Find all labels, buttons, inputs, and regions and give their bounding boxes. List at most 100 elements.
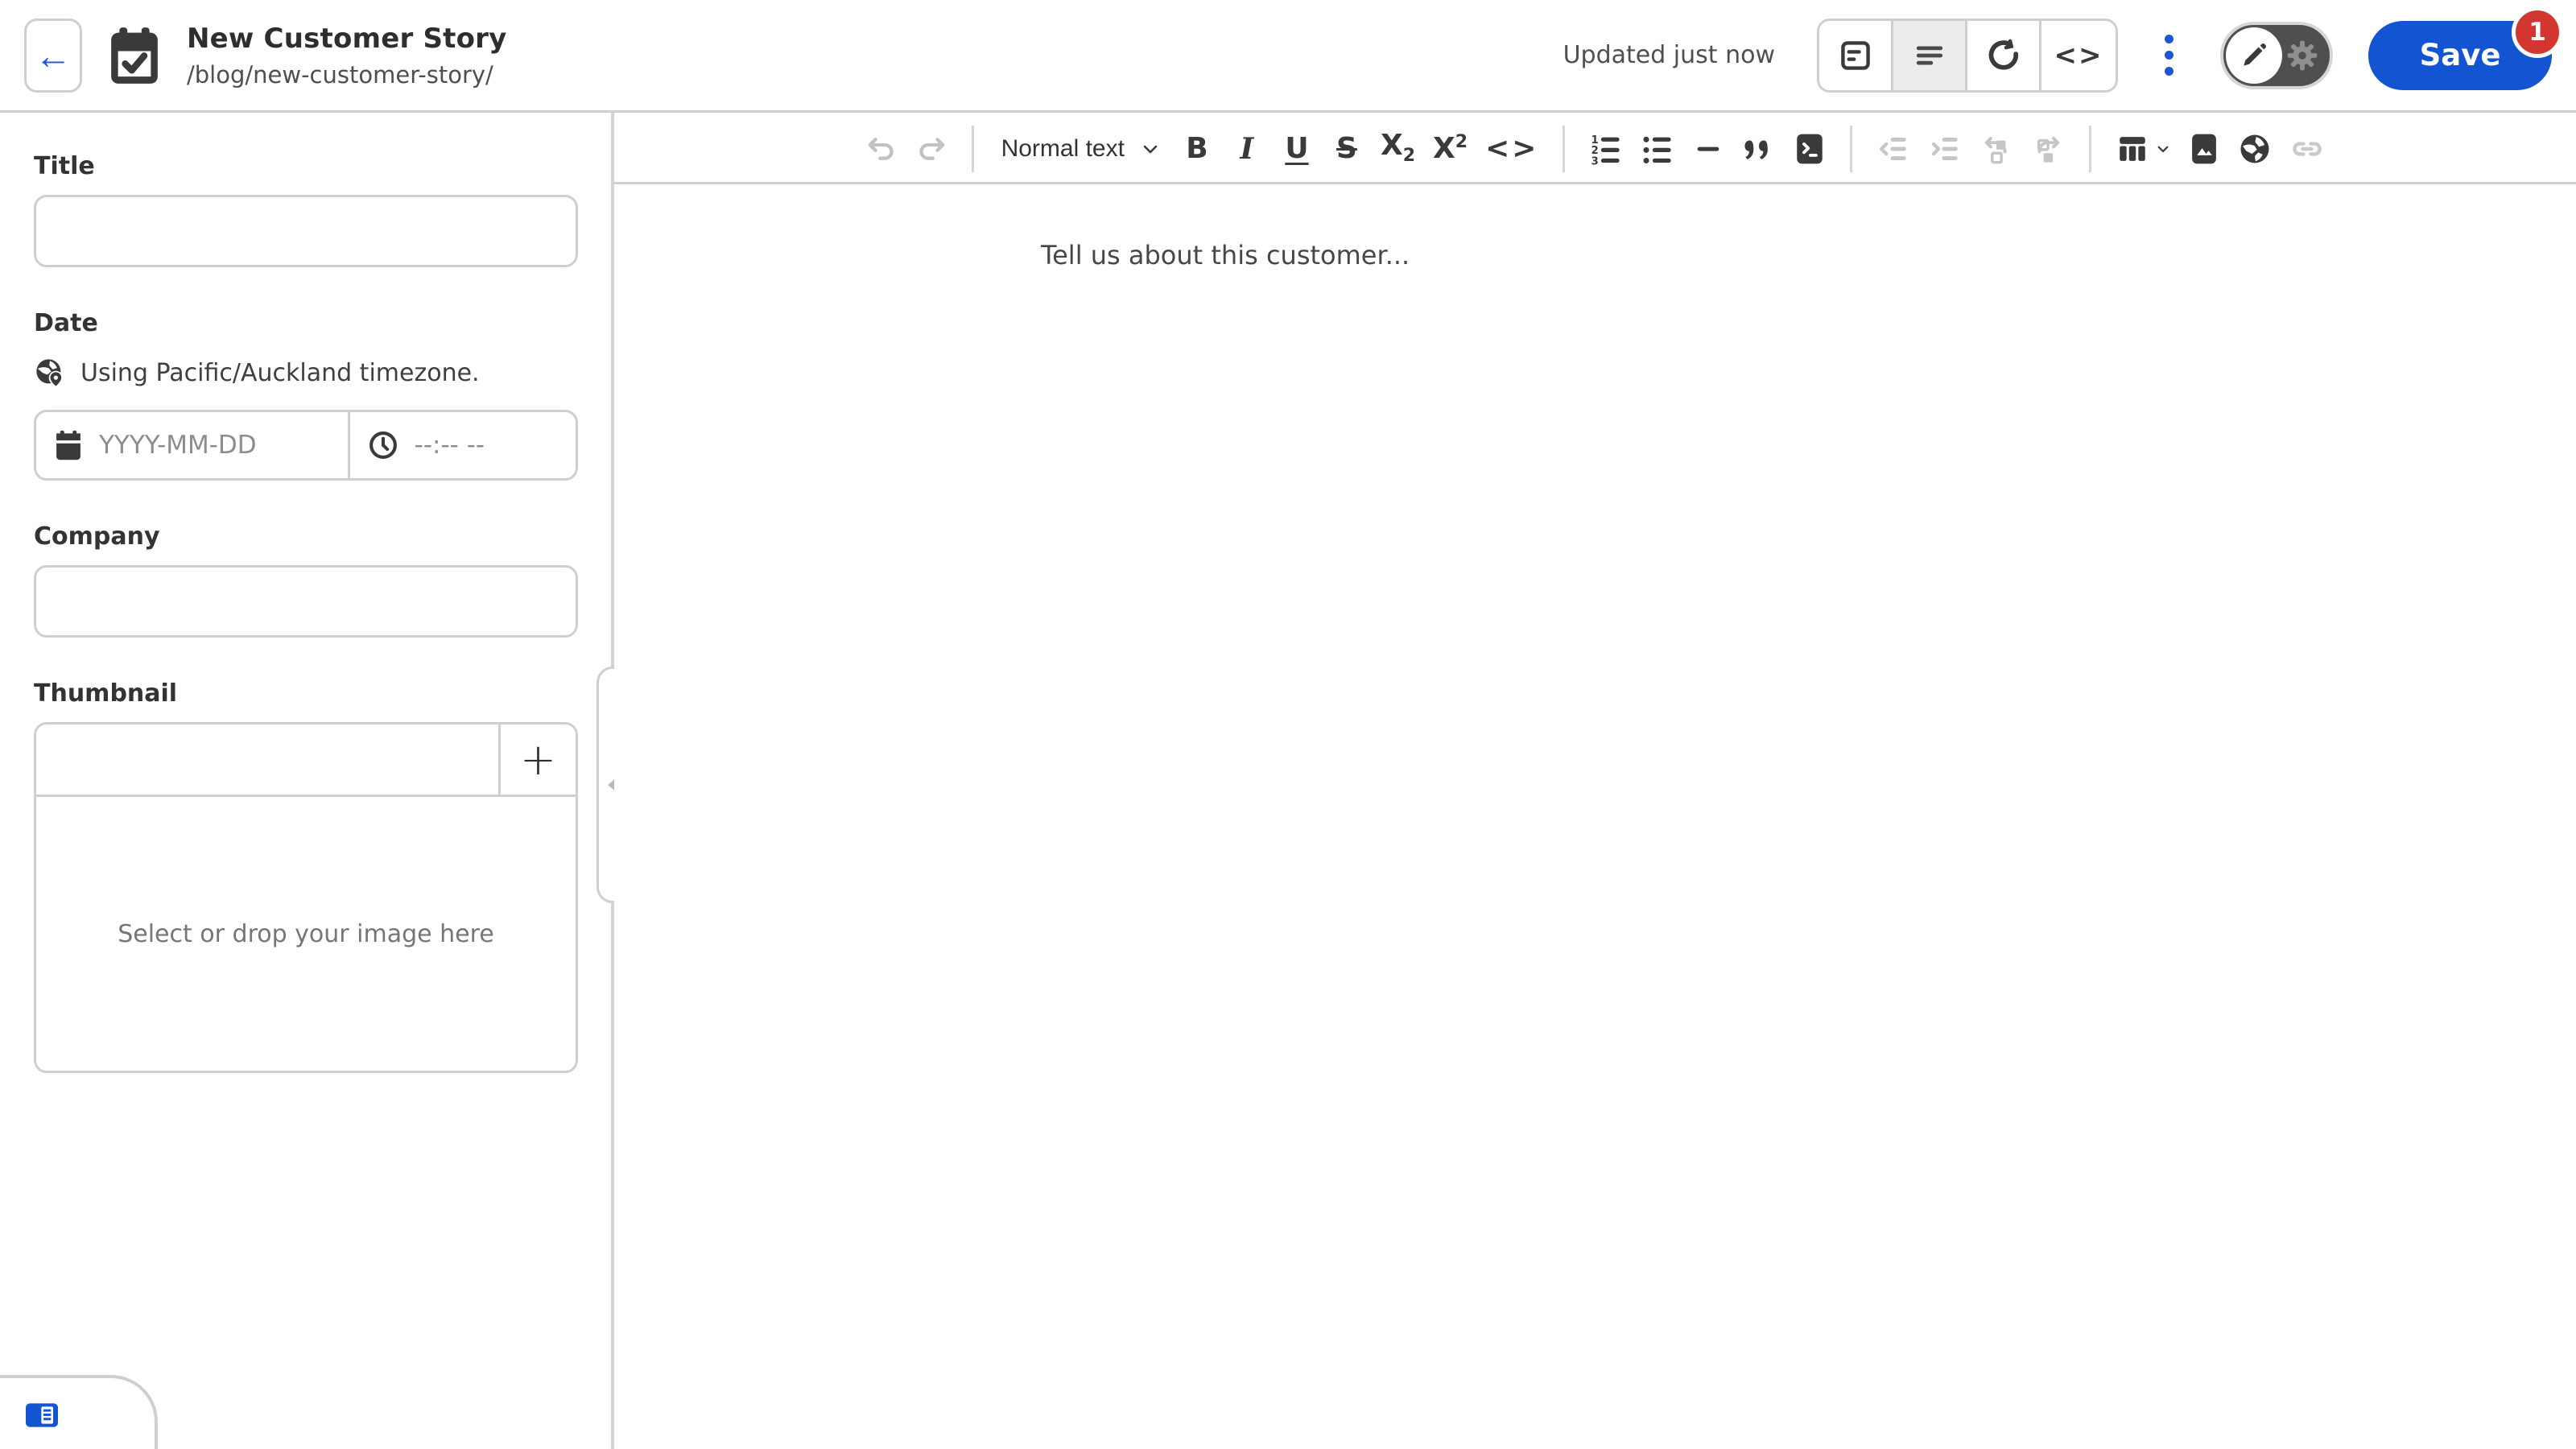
bold-button[interactable]: B — [1176, 125, 1218, 173]
company-field-label: Company — [34, 522, 160, 551]
rotate-left-button — [1975, 125, 2018, 173]
redo-icon — [919, 137, 944, 160]
header-bar: ← New Customer Story /blog/new-customer-… — [0, 0, 2576, 113]
rotate-right-icon — [2037, 136, 2060, 163]
app-window: ← New Customer Story /blog/new-customer-… — [0, 0, 2576, 1449]
code-block-button[interactable] — [1789, 125, 1831, 173]
globe-icon — [2240, 134, 2269, 163]
bullet-list-button[interactable] — [1636, 125, 1679, 173]
save-button-wrap: Save 1 — [2368, 6, 2563, 90]
content-editor-icon — [1912, 38, 1947, 73]
thumbnail-path-input[interactable] — [36, 724, 498, 795]
kebab-dot — [2165, 67, 2174, 76]
link-icon — [2293, 141, 2322, 156]
underline-icon: U — [1285, 131, 1309, 165]
subscript-button[interactable]: X2 — [1376, 125, 1420, 173]
header-right: Updated just now <> Save 1 — [1563, 6, 2563, 93]
blockquote-button[interactable] — [1737, 125, 1781, 173]
inline-code-icon: <> — [1485, 131, 1539, 165]
italic-button[interactable]: I — [1226, 125, 1268, 173]
outdent-icon — [1880, 137, 1907, 160]
timezone-note-row: Using Pacific/Auckland timezone. — [34, 357, 578, 389]
date-input[interactable] — [99, 431, 330, 460]
thumbnail-control: + Select or drop your image here — [34, 722, 578, 1073]
horizontal-rule-button[interactable] — [1687, 125, 1729, 173]
view-mode-switcher: <> — [1817, 18, 2118, 93]
pencil-icon — [2244, 43, 2267, 66]
thumbnail-dropzone[interactable]: Select or drop your image here — [36, 797, 576, 1071]
thumbnail-input-row: + — [36, 724, 576, 797]
bold-icon: B — [1186, 131, 1208, 165]
toolbar-divider — [971, 125, 974, 172]
chevron-down-icon — [1143, 145, 1158, 153]
inline-code-button[interactable]: <> — [1480, 125, 1543, 173]
rich-text-editor[interactable]: Tell us about this customer... — [614, 187, 2576, 1449]
dropzone-text: Select or drop your image here — [118, 919, 494, 948]
calendar-check-icon — [106, 23, 163, 88]
time-cell — [350, 412, 576, 478]
toolbar-divider — [2089, 125, 2092, 172]
view-mode-visual-editor-button[interactable] — [1819, 20, 1893, 90]
image-button[interactable] — [2183, 125, 2225, 173]
visual-editor-icon — [1838, 38, 1873, 73]
image-icon — [2192, 134, 2217, 163]
link-button — [2285, 125, 2330, 173]
kebab-dot — [2165, 35, 2174, 43]
table-icon — [2120, 136, 2146, 161]
redo-button — [910, 125, 952, 173]
superscript-button[interactable]: X2 — [1428, 125, 1472, 173]
date-field-label: Date — [34, 309, 98, 337]
ordered-list-button[interactable]: 1 2 3 — [1584, 125, 1628, 173]
toolbar-divider — [1850, 125, 1853, 172]
calendar-icon — [54, 430, 83, 460]
bullet-list-icon — [1643, 136, 1672, 163]
title-input[interactable] — [34, 195, 578, 267]
timezone-note: Using Pacific/Auckland timezone. — [80, 358, 480, 387]
collapsed-panel-tab[interactable] — [0, 1375, 158, 1449]
undo-icon — [868, 137, 894, 160]
rotate-right-button — [2026, 125, 2070, 173]
status-text: Updated just now — [1563, 41, 1775, 69]
clock-icon — [368, 430, 398, 460]
toolbar-divider — [1563, 125, 1566, 172]
indent-button — [1923, 125, 1967, 173]
format-dropdown[interactable]: Normal text — [993, 125, 1168, 173]
globe-pin-icon — [34, 357, 66, 389]
overflow-menu-button[interactable] — [2153, 27, 2185, 84]
table-button[interactable] — [2111, 125, 2175, 173]
datetime-input-group — [34, 410, 578, 481]
back-button[interactable]: ← — [24, 18, 82, 93]
strikethrough-button[interactable]: S — [1326, 125, 1368, 173]
rotate-left-icon — [1985, 136, 2007, 163]
superscript-icon: X2 — [1433, 132, 1468, 165]
page-path: /blog/new-customer-story/ — [187, 60, 493, 89]
sidebar-toggle-icon — [26, 1403, 58, 1427]
time-input[interactable] — [414, 431, 558, 460]
strikethrough-icon: S — [1335, 131, 1357, 165]
view-mode-source-editor-button[interactable]: <> — [2041, 20, 2116, 90]
italic-icon: I — [1240, 131, 1254, 166]
title-block: New Customer Story /blog/new-customer-st… — [187, 23, 507, 89]
page-title: New Customer Story — [187, 22, 507, 55]
editor-placeholder: Tell us about this customer... — [1041, 240, 1410, 270]
format-dropdown-label: Normal text — [1001, 134, 1125, 162]
view-mode-preview-button[interactable] — [1967, 20, 2041, 90]
kebab-dot — [2165, 51, 2174, 60]
view-mode-content-editor-button[interactable] — [1893, 20, 1967, 90]
underline-button[interactable]: U — [1276, 125, 1318, 173]
editor-toolbar: Normal text B I U S X2 X2 <> 1 2 3 — [614, 115, 2576, 184]
company-input[interactable] — [34, 565, 578, 638]
ordered-list-icon: 1 2 3 — [1591, 134, 1620, 166]
title-field-label: Title — [34, 152, 95, 180]
globe-button[interactable] — [2233, 125, 2277, 173]
chevron-down-icon — [2158, 146, 2169, 152]
date-cell — [36, 412, 350, 478]
undo-button — [861, 125, 902, 173]
header-left: ← New Customer Story /blog/new-customer-… — [24, 18, 507, 93]
svg-text:3: 3 — [1591, 155, 1599, 166]
edit-settings-toggle[interactable] — [2220, 21, 2333, 89]
thumbnail-add-button[interactable]: + — [498, 724, 576, 795]
gear-icon — [2285, 38, 2320, 73]
code-block-icon — [1797, 134, 1823, 163]
refresh-preview-icon — [1985, 37, 2022, 74]
